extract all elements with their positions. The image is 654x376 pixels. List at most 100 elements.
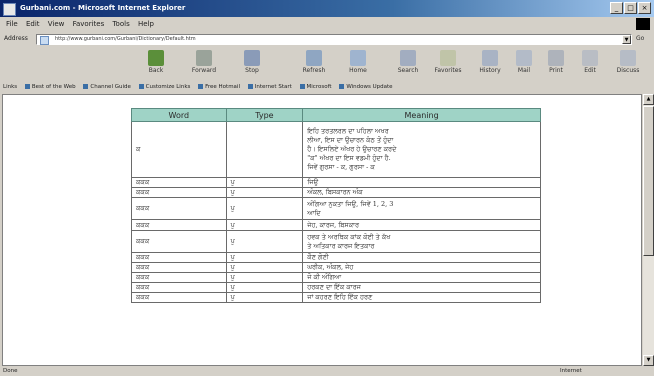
cell-meaning: ਅੰਗਿਆ ਨੁਕਤਾ ਜਿਉ, ਜਿਵੇਂ 1, 2, 3 ਆਦਿ	[302, 197, 541, 220]
link-microsoft[interactable]: Microsoft	[300, 84, 332, 90]
security-zone: Internet	[560, 368, 582, 374]
link-internet-start[interactable]: Internet Start	[248, 84, 292, 90]
cell-type: ਪੁ	[225, 252, 304, 263]
cell-type: ਪੁ	[225, 262, 304, 273]
link-customize-links[interactable]: Customize Links	[139, 84, 191, 90]
stop-button[interactable]: Stop	[236, 49, 268, 79]
close-button[interactable]: ×	[638, 2, 651, 14]
home-button[interactable]: Home	[342, 49, 374, 79]
cell-word: ਕਕਕ	[131, 230, 227, 253]
minimize-button[interactable]: _	[610, 2, 623, 14]
print-button[interactable]: Print	[540, 49, 572, 79]
link-best-of-web[interactable]: Best of the Web	[25, 84, 76, 90]
meaning-line: "ਕ" ਅੱਖਰ ਦਾ ਇਸ ਵਡਮੀ ਹੁੰਦਾ ਹੈ.	[307, 154, 391, 162]
cell-type: ਪੁ	[225, 187, 304, 198]
title-bar: Gurbani.com - Microsoft Internet Explore…	[0, 0, 654, 17]
cell-type: ਪੁ	[225, 272, 304, 283]
mail-button[interactable]: Mail	[508, 49, 540, 79]
menu-favorites[interactable]: Favorites	[73, 18, 105, 31]
cell-word: ਕਕਕ	[131, 219, 227, 231]
table-row: ਕ ਇਹਿ ਤਰਤਲਰਲ ਦਾ ਪਹਿਲਾ ਅਖਰ ਲੀਆ, ਇਸ ਦਾ ਉਚਾ…	[131, 121, 541, 178]
cell-word: ਕਕਕ	[131, 262, 227, 273]
meaning-line: ਇਹਿ ਤਰਤਲਰਲ ਦਾ ਪਹਿਲਾ ਅਖਰ	[307, 127, 389, 135]
discuss-button[interactable]: Discuss	[612, 49, 644, 79]
favorites-icon	[440, 50, 456, 66]
meaning-line: ਜੇਹ, ਕਾਰਜ, ਬਿਸਕਾਰ	[307, 220, 360, 229]
meaning-line: ਜਿਉ	[307, 178, 319, 186]
link-windows-update[interactable]: Windows Update	[339, 84, 392, 90]
standard-toolbar: Back Forward Stop Refresh Home Search Fa…	[0, 47, 654, 81]
table-row: ਕਕਕ ਪੁ ਕੌਣ ਗੋਣੀ	[131, 252, 541, 263]
menu-view[interactable]: View	[48, 18, 65, 31]
discuss-icon	[620, 50, 636, 66]
menu-tools[interactable]: Tools	[112, 18, 129, 31]
meaning-line: ਜਿਵੇਂ ਗੁਰਸਾ - ਕ, ਗੁਰਸਾ - ਕ	[307, 163, 375, 171]
cell-type: ਪੁ	[225, 282, 304, 293]
meaning-line: ਅੰਗਿਆ ਨੁਕਤਾ ਜਿਉ, ਜਿਵੇਂ 1, 2, 3	[307, 199, 394, 208]
address-bar: Address http://www.gurbani.com/Gurbani/D…	[0, 33, 654, 46]
cell-word: ਕਕਕ	[131, 197, 227, 220]
cell-word: ਕਕਕ	[131, 292, 227, 303]
header-meaning: Meaning	[302, 108, 541, 122]
forward-arrow-icon	[196, 50, 212, 66]
ie-throbber-icon	[636, 18, 650, 30]
cell-word: ਕਕਕ	[131, 187, 227, 198]
meaning-line: ਘਰੀਕ, ਅੰਕਲ, ਜੇਹ	[307, 263, 354, 271]
cell-meaning: ਜਾਂ ਕਹਰਣ ਇਹਿ ਇੱਕ ਹਰਣ	[302, 292, 541, 303]
back-button[interactable]: Back	[140, 49, 172, 79]
links-bar: Links Best of the Web Channel Guide Cust…	[0, 82, 654, 93]
cell-meaning: ਜੇਹ, ਕਾਰਜ, ਬਿਸਕਾਰ	[302, 219, 541, 231]
table-row: ਕਕਕ ਪੁ ਅੰਕਲ, ਬਿਸਕਾਰਨ ਅੰਕ	[131, 187, 541, 198]
favorites-button[interactable]: Favorites	[432, 49, 464, 79]
print-icon	[548, 50, 564, 66]
table-row: ਕਕਕ ਪੁ ਜਾਂ ਕਹਰਣ ਇਹਿ ਇੱਕ ਹਰਣ	[131, 292, 541, 303]
header-type: Type	[225, 108, 304, 122]
link-channel-guide[interactable]: Channel Guide	[83, 84, 130, 90]
cell-word: ਕ	[131, 121, 227, 178]
menu-edit[interactable]: Edit	[26, 18, 40, 31]
cell-word: ਕਕਕ	[131, 282, 227, 293]
dictionary-table: Word Type Meaning ਕ ਇਹਿ ਤਰਤਲਰਲ ਦਾ ਪਹਿਲਾ …	[131, 108, 541, 303]
cell-meaning: ਕੌਣ ਗੋਣੀ	[302, 252, 541, 263]
table-header-row: Word Type Meaning	[131, 108, 541, 122]
scroll-up-button[interactable]: ▲	[643, 94, 654, 105]
table-row: ਕਕਕ ਪੁ ਜੇਹ, ਕਾਰਜ, ਬਿਸਕਾਰ	[131, 219, 541, 231]
go-button[interactable]: Go	[636, 35, 644, 42]
refresh-button[interactable]: Refresh	[298, 49, 330, 79]
meaning-line: ਆਦਿ	[307, 208, 321, 217]
cell-type: ਪੁ	[225, 230, 304, 253]
search-button[interactable]: Search	[392, 49, 424, 79]
menu-help[interactable]: Help	[138, 18, 154, 31]
meaning-line: ਲੀਆ, ਇਸ ਦਾ ਉਚਾਰਨ ਕੰਠ ਤੋਂ ਹੁੰਦਾ	[307, 136, 394, 144]
address-dropdown-button[interactable]: ▼	[622, 35, 631, 44]
edit-button[interactable]: Edit	[574, 49, 606, 79]
vertical-scrollbar[interactable]: ▲ ▼	[643, 94, 654, 366]
status-text: Done	[3, 368, 18, 374]
cell-meaning: ਹਵਕ ਤੇ ਅਰਥਿਕ ਕਾਂਕ ਕੋਈ ਤੇ ਕੱਖ ਤੇ ਅਤਿਕਾਰ ਕ…	[302, 230, 541, 253]
scroll-thumb[interactable]	[643, 106, 654, 256]
history-button[interactable]: History	[474, 49, 506, 79]
meaning-line: ਅੰਕਲ, ਬਿਸਕਾਰਨ ਅੰਕ	[307, 188, 363, 196]
menu-file[interactable]: File	[6, 18, 18, 31]
cell-word: ਕਕਕ	[131, 272, 227, 283]
cell-type: ਪੁ	[225, 219, 304, 231]
page-content: Word Type Meaning ਕ ਇਹਿ ਤਰਤਲਰਲ ਦਾ ਪਹਿਲਾ …	[2, 94, 642, 366]
scroll-down-button[interactable]: ▼	[643, 355, 654, 366]
cell-type: ਪੁ	[225, 197, 304, 220]
history-icon	[482, 50, 498, 66]
search-icon	[400, 50, 416, 66]
address-label: Address	[4, 35, 28, 42]
cell-meaning: ਹਰਕਣ ਦਾ ਇੱਕ ਕਾਰਜ	[302, 282, 541, 293]
home-icon	[350, 50, 366, 66]
address-input[interactable]: http://www.gurbani.com/Gurbani/Dictionar…	[36, 34, 632, 45]
forward-button[interactable]: Forward	[188, 49, 220, 79]
table-row: ਕਕਕ ਪੁ ਜੋ ਕੀ ਅੰਗਿਆ	[131, 272, 541, 283]
page-icon	[40, 36, 49, 45]
stop-icon	[244, 50, 260, 66]
link-free-hotmail[interactable]: Free Hotmail	[198, 84, 240, 90]
meaning-line: ਤੇ ਅਤਿਕਾਰ ਕਾਰਜ ਇਤਕਾਰ	[307, 241, 375, 250]
cell-meaning: ਇਹਿ ਤਰਤਲਰਲ ਦਾ ਪਹਿਲਾ ਅਖਰ ਲੀਆ, ਇਸ ਦਾ ਉਚਾਰਨ…	[302, 121, 541, 178]
table-row: ਕਕਕ ਪੁ ਹਰਕਣ ਦਾ ਇੱਕ ਕਾਰਜ	[131, 282, 541, 293]
mail-icon	[516, 50, 532, 66]
maximize-button[interactable]: □	[624, 2, 637, 14]
